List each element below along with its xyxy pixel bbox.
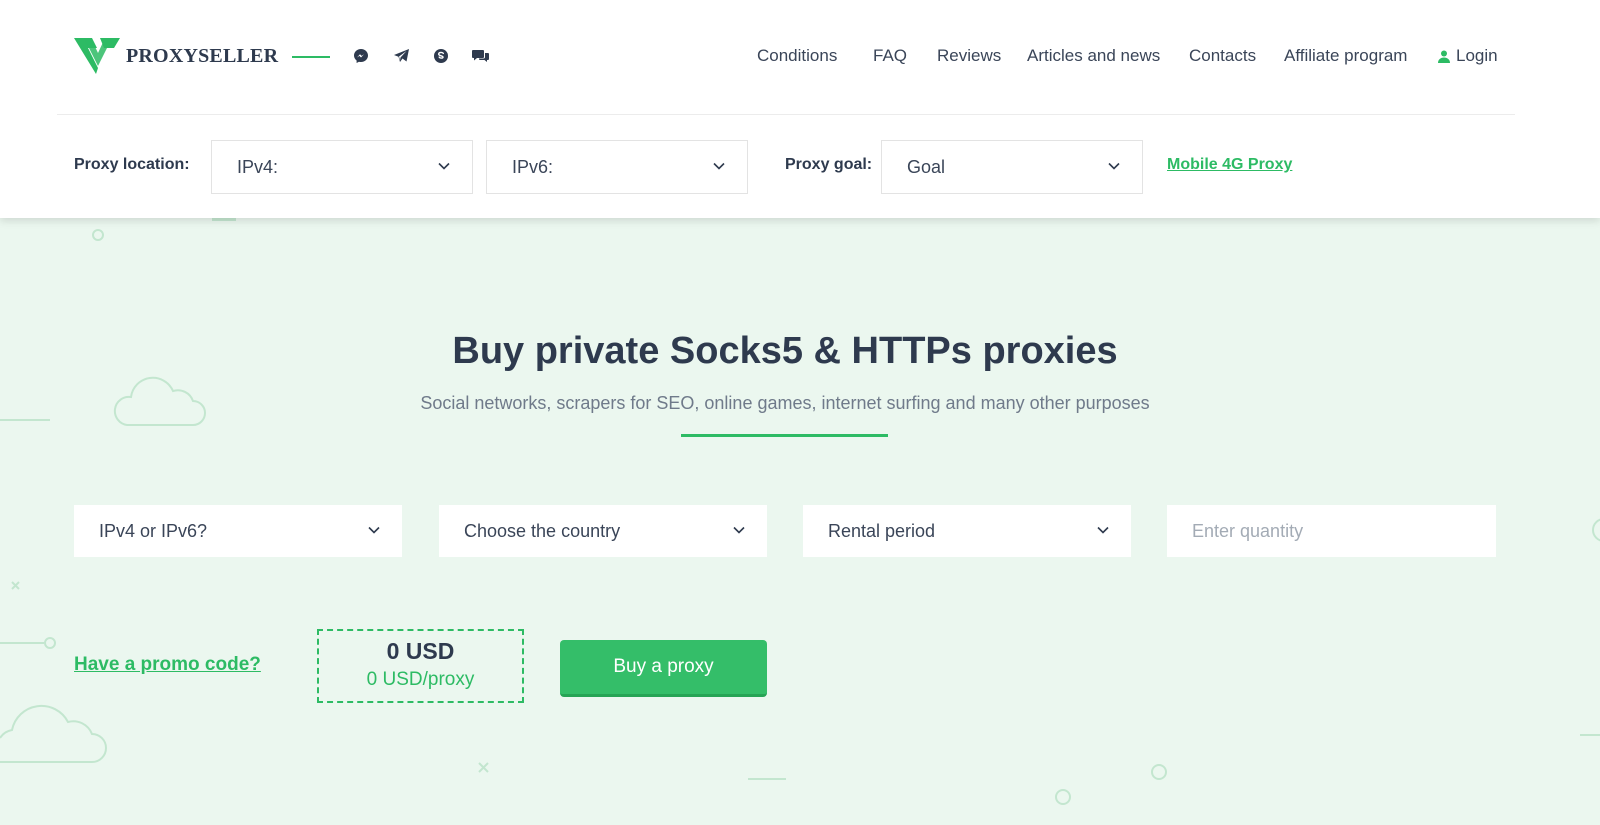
ipv4-select-value: IPv4: (237, 156, 279, 177)
user-icon (1438, 50, 1450, 63)
login-label: Login (1456, 46, 1498, 65)
ip-version-value: IPv4 or IPv6? (99, 520, 208, 541)
country-value: Choose the country (464, 520, 621, 541)
nav-reviews[interactable]: Reviews (937, 46, 1001, 66)
chevron-down-icon (438, 162, 450, 170)
messenger-icon[interactable] (352, 47, 370, 65)
chevron-down-icon (1097, 526, 1109, 534)
logo[interactable]: PROXYSELLER (74, 36, 278, 76)
page-subtitle: Social networks, scrapers for SEO, onlin… (420, 393, 1150, 413)
skype-icon[interactable] (432, 47, 450, 65)
header-top-row: PROXYSELLER Conditions FAQ Reviews Artic… (0, 0, 1600, 114)
proxy-goal-label: Proxy goal: (785, 156, 873, 173)
logo-text: PROXYSELLER (126, 44, 279, 67)
promo-code-link[interactable]: Have a promo code? (74, 654, 261, 676)
country-select[interactable]: Choose the country (439, 505, 767, 557)
chevron-down-icon (733, 526, 745, 534)
goal-select-value: Goal (907, 156, 946, 177)
price-total: 0 USD (386, 638, 455, 664)
ip-version-select[interactable]: IPv4 or IPv6? (74, 505, 402, 557)
quantity-input[interactable] (1167, 505, 1496, 557)
nav-contacts[interactable]: Contacts (1189, 46, 1256, 66)
nav-affiliate[interactable]: Affiliate program (1284, 46, 1407, 66)
telegram-icon[interactable] (392, 47, 410, 65)
chevron-down-icon (713, 162, 725, 170)
rental-period-select[interactable]: Rental period (803, 505, 1131, 557)
site-header: PROXYSELLER Conditions FAQ Reviews Artic… (0, 0, 1600, 218)
page-title: Buy private Socks5 & HTTPs proxies (452, 330, 1118, 372)
nav-faq[interactable]: FAQ (873, 46, 907, 66)
header-divider (57, 114, 1515, 115)
rental-period-value: Rental period (828, 520, 936, 541)
ipv4-location-select[interactable]: IPv4: (211, 140, 473, 194)
chat-icon[interactable] (472, 47, 490, 65)
login-link[interactable]: Login (1438, 46, 1498, 66)
proxy-goal-select[interactable]: Goal (881, 140, 1143, 194)
price-per-proxy: 0 USD/proxy (366, 669, 475, 690)
price-summary: 0 USD 0 USD/proxy (317, 629, 524, 703)
chevron-down-icon (368, 526, 380, 534)
logo-mark-icon (74, 38, 120, 74)
buy-proxy-button[interactable]: Buy a proxy (560, 640, 767, 697)
title-underline (681, 434, 888, 437)
chevron-down-icon (1108, 162, 1120, 170)
ipv6-location-select[interactable]: IPv6: (486, 140, 748, 194)
logo-separator (292, 56, 330, 58)
nav-articles[interactable]: Articles and news (1027, 46, 1160, 66)
mobile-4g-proxy-link[interactable]: Mobile 4G Proxy (1167, 156, 1292, 174)
ipv6-select-value: IPv6: (512, 156, 554, 177)
proxy-location-label: Proxy location: (74, 156, 190, 173)
nav-conditions[interactable]: Conditions (757, 46, 837, 66)
